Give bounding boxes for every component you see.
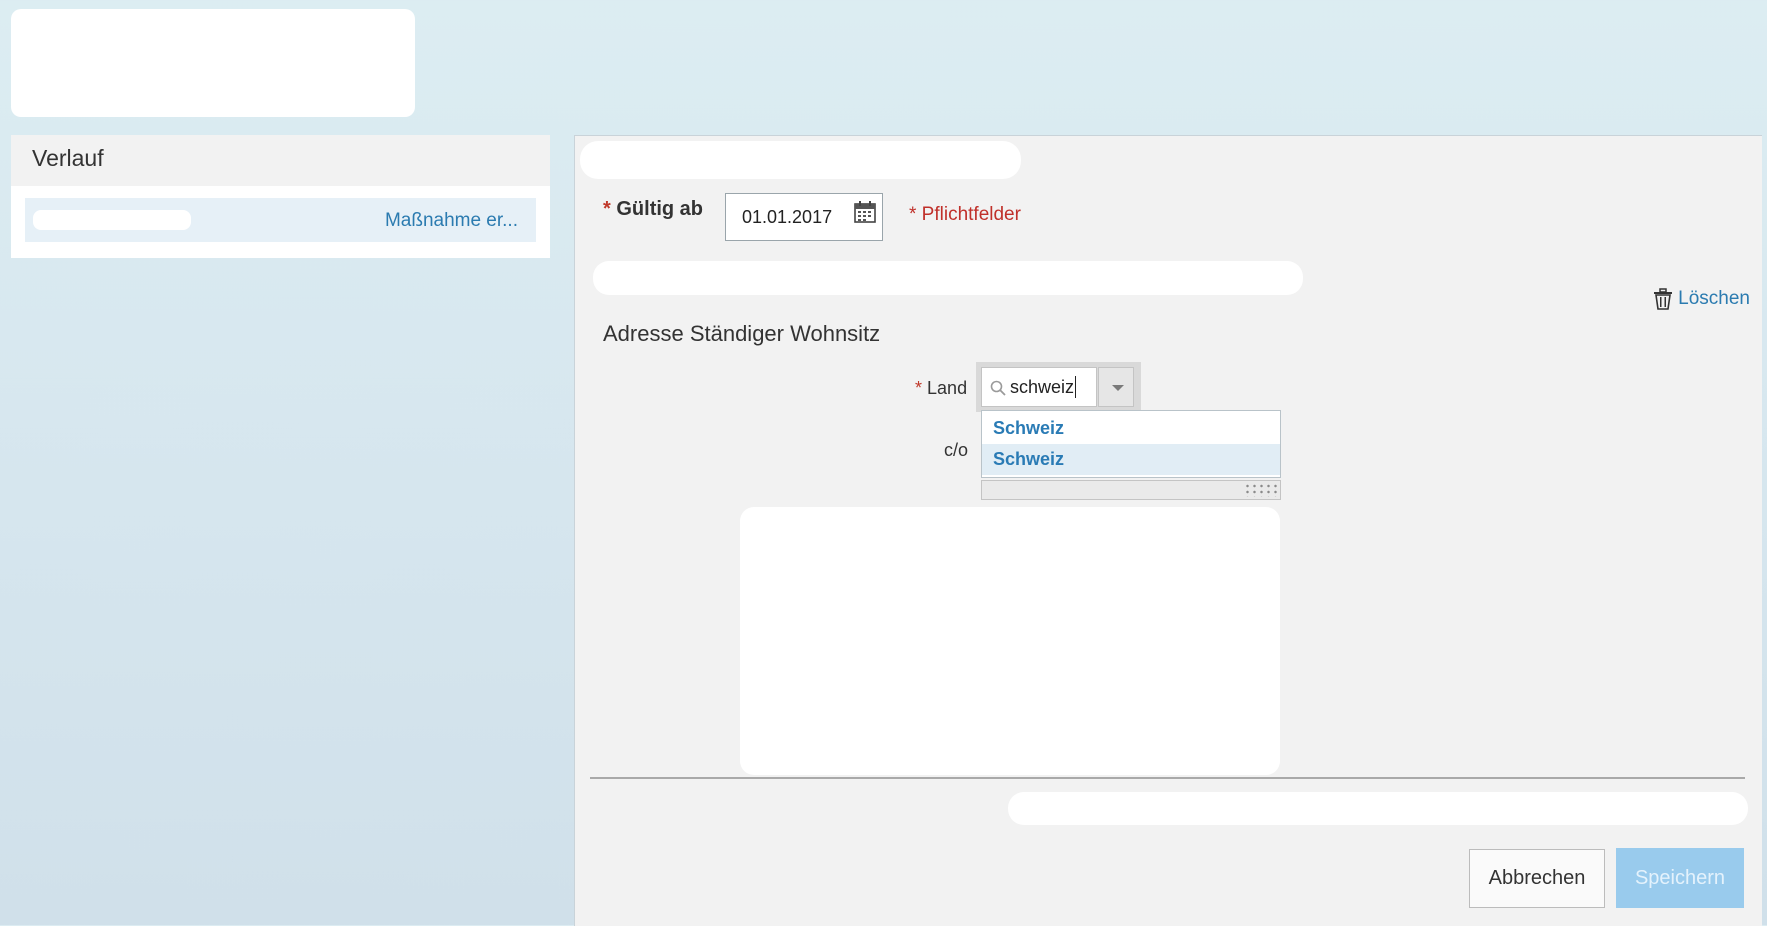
search-icon	[990, 380, 1006, 396]
text-cursor	[1075, 376, 1076, 398]
valid-from-value[interactable]: 01.01.2017	[742, 207, 832, 228]
country-option-highlighted[interactable]: Schweiz	[982, 444, 1280, 475]
country-suggestion-list: Schweiz Schweiz	[981, 410, 1281, 478]
delete-link[interactable]: Löschen	[1652, 288, 1750, 310]
required-marker: *	[603, 198, 611, 220]
calendar-icon[interactable]	[854, 201, 876, 223]
delete-label[interactable]: Löschen	[1678, 288, 1750, 310]
history-item-link[interactable]: Maßnahme er...	[385, 210, 518, 232]
address-section-title: Adresse Ständiger Wohnsitz	[603, 321, 881, 346]
country-option[interactable]: Schweiz	[982, 413, 1280, 444]
required-fields-note: * Pflichtfelder	[909, 204, 1021, 225]
history-list-item[interactable]: Maßnahme er...	[25, 198, 536, 242]
redacted-history-item-text	[33, 210, 191, 230]
redacted-footer-text	[1008, 792, 1748, 825]
required-marker: *	[915, 378, 923, 398]
country-label-text: Land	[927, 378, 968, 398]
redacted-address-fields	[740, 507, 1280, 775]
redacted-form-title	[580, 141, 1021, 179]
history-panel: Verlauf Maßnahme er...	[11, 135, 550, 258]
care-of-label: c/o	[944, 440, 969, 460]
redacted-subtitle	[593, 261, 1303, 295]
valid-from-label-text: Gültig ab	[616, 198, 704, 220]
chevron-down-icon[interactable]	[1112, 385, 1124, 391]
valid-from-date-field[interactable]: 01.01.2017	[725, 193, 883, 241]
country-dropdown-button[interactable]	[1098, 367, 1134, 407]
resize-grip-icon[interactable]	[1244, 483, 1278, 497]
history-panel-header: Verlauf	[11, 135, 550, 186]
redacted-header-logo	[11, 9, 415, 117]
trash-icon[interactable]	[1652, 288, 1674, 310]
care-of-field[interactable]	[981, 480, 1281, 500]
country-search-input[interactable]: schweiz	[981, 367, 1097, 407]
address-form-panel: * Gültig ab 01.01.2017 * Pflichtfelder L…	[574, 135, 1762, 926]
country-input-value[interactable]: schweiz	[1010, 377, 1074, 398]
valid-from-label: * Gültig ab	[603, 198, 703, 221]
history-panel-title: Verlauf	[32, 145, 104, 171]
save-button[interactable]: Speichern	[1616, 848, 1744, 908]
country-combobox[interactable]: schweiz	[976, 362, 1141, 412]
form-divider	[590, 777, 1745, 779]
country-label: * Land	[915, 378, 967, 399]
cancel-button[interactable]: Abbrechen	[1469, 849, 1605, 908]
